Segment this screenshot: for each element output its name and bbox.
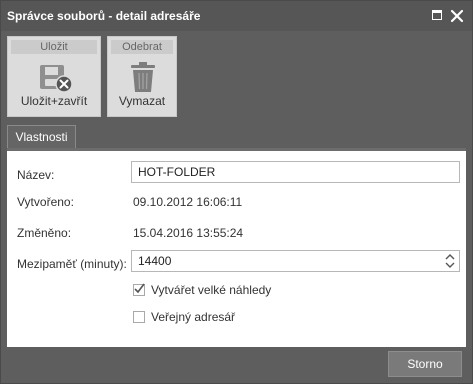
- save-close-icon: [40, 65, 73, 93]
- close-button[interactable]: [450, 9, 464, 23]
- spinner-arrows-icon[interactable]: [443, 252, 457, 270]
- changed-value: 15.04.2016 13:55:24: [133, 226, 244, 240]
- large-thumbnails-checkbox[interactable]: Vytvářet velké náhledy: [133, 283, 283, 299]
- save-group: Uložit Uložit+zavřít: [7, 36, 101, 117]
- public-folder-box[interactable]: [133, 311, 145, 323]
- created-label: Vytvořeno:: [17, 195, 74, 209]
- delete-button[interactable]: [128, 60, 158, 97]
- close-icon: [450, 9, 464, 23]
- large-thumbnails-box[interactable]: [133, 283, 145, 296]
- cancel-button[interactable]: Storno: [388, 351, 462, 377]
- trash-icon: [131, 62, 155, 92]
- public-folder-checkbox[interactable]: Veřejný adresář: [133, 310, 253, 326]
- remove-group-header: Odebrat: [111, 40, 173, 54]
- save-close-button[interactable]: [38, 62, 74, 97]
- remove-group: Odebrat Vymazat: [107, 36, 177, 117]
- large-thumbnails-label: Vytvářet velké náhledy: [151, 283, 272, 297]
- name-label: Název:: [17, 168, 55, 182]
- changed-label: Změněno:: [17, 226, 72, 240]
- name-input[interactable]: HOT-FOLDER: [131, 161, 460, 183]
- window-title: Správce souborů - detail adresáře: [7, 9, 201, 23]
- delete-label: Vymazat: [118, 94, 166, 108]
- save-close-label: Uložit+zavřít: [20, 94, 88, 108]
- cache-minutes-value: 14400: [138, 254, 172, 268]
- maximize-icon: [432, 10, 442, 20]
- created-value: 09.10.2012 16:06:11: [133, 195, 243, 209]
- tab-strip: Vlastnosti: [1, 121, 472, 149]
- title-bar[interactable]: Správce souborů - detail adresáře: [1, 1, 472, 31]
- save-group-header: Uložit: [11, 40, 97, 54]
- cache-label: Mezipaměť (minuty):: [17, 257, 127, 271]
- tab-properties[interactable]: Vlastnosti: [7, 125, 76, 149]
- toolbar: Uložit Uložit+zavřít Odebrat Vymazat: [1, 31, 472, 121]
- public-folder-label: Veřejný adresář: [151, 310, 236, 324]
- dialog-footer: Storno: [1, 347, 472, 383]
- checkmark-icon: [134, 283, 145, 294]
- cache-minutes-input[interactable]: 14400: [131, 250, 460, 272]
- dialog-window: Správce souborů - detail adresáře Uložit: [0, 0, 473, 384]
- properties-panel: Název: HOT-FOLDER Vytvořeno: 09.10.2012 …: [7, 151, 466, 347]
- maximize-button[interactable]: [431, 9, 445, 23]
